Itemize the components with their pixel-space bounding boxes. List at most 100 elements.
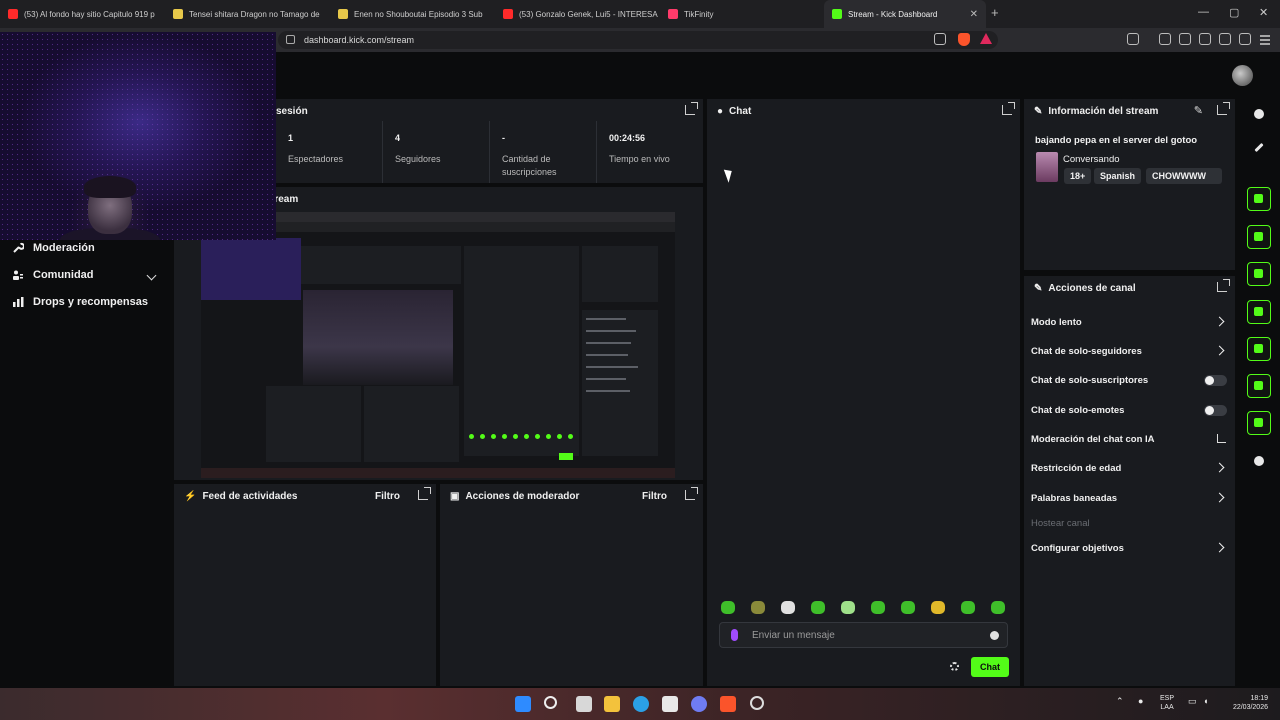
discord-icon[interactable] (691, 696, 707, 712)
popout-icon[interactable] (1217, 279, 1230, 292)
browser-tab-active[interactable]: Stream - Kick Dashboard ✕ (824, 0, 986, 28)
stream-tag[interactable]: Spanish (1094, 168, 1142, 184)
stream-tag[interactable]: 18+ (1064, 168, 1092, 184)
send-chat-button[interactable]: Chat (971, 657, 1009, 677)
edge-icon[interactable] (633, 696, 649, 712)
new-tab-button[interactable]: + (991, 5, 999, 20)
info-icon[interactable] (1254, 109, 1264, 119)
action-configurar-objetivos[interactable]: Configurar objetivos (1031, 543, 1124, 554)
stream-tag[interactable]: CHOWWWW (1146, 168, 1222, 184)
chevron-up-icon[interactable]: ⌃ (1116, 697, 1124, 706)
filter-button[interactable]: Filtro (642, 491, 667, 502)
gear-icon[interactable] (950, 662, 959, 671)
url-field[interactable]: dashboard.kick.com/stream (278, 31, 998, 49)
divider (489, 121, 490, 183)
panel-title: Información del stream (1048, 105, 1159, 117)
stack-icon (1254, 381, 1263, 390)
rail-button-stack[interactable] (1247, 374, 1271, 398)
windows-start-icon[interactable] (515, 696, 531, 712)
filter-button[interactable]: Filtro (375, 491, 400, 502)
browser-tab[interactable]: Enen no Shouboutai Episodio 3 Sub (330, 0, 495, 28)
emote-icon[interactable] (721, 601, 735, 614)
stream-category[interactable]: Conversando (1063, 154, 1120, 165)
language-indicator[interactable]: ESP LAA (1160, 694, 1174, 712)
maximize-icon[interactable]: ▢ (1229, 6, 1239, 19)
preview-emote (502, 434, 507, 439)
menu-icon[interactable] (1259, 33, 1271, 45)
emote-icon[interactable] (991, 601, 1005, 614)
obs-icon[interactable] (750, 696, 764, 710)
panel-title: Acciones de moderador (465, 490, 580, 502)
emote-icon[interactable] (841, 601, 855, 614)
chat-panel: ● Chat (707, 99, 1020, 686)
brave-shields-icon[interactable] (958, 33, 970, 46)
sidebar-item-drops[interactable]: Drops y recompensas (12, 296, 148, 308)
microphone-icon[interactable]: ● (1138, 697, 1143, 706)
browser-tab[interactable]: Tensei shitara Dragon no Tamago de (165, 0, 330, 28)
avatar[interactable] (1232, 65, 1253, 86)
emote-icon[interactable] (811, 601, 825, 614)
share-icon[interactable] (1254, 456, 1264, 466)
popout-icon[interactable] (685, 102, 698, 115)
emoji-icon[interactable] (990, 631, 999, 640)
emote-icon[interactable] (751, 601, 765, 614)
vpn-icon[interactable] (1239, 33, 1251, 45)
action-palabras-baneadas[interactable]: Palabras baneadas (1031, 493, 1117, 504)
edit-icon[interactable]: ✎ (1194, 104, 1203, 117)
rail-button-wrench[interactable] (1247, 411, 1271, 435)
leo-ai-icon[interactable] (1219, 33, 1231, 45)
site-info-icon[interactable] (286, 35, 295, 44)
rail-button-bolt[interactable] (1247, 225, 1271, 249)
popout-icon[interactable] (418, 487, 431, 500)
clock[interactable]: 18:19 22/03/2026 (1224, 694, 1268, 712)
microphone-icon[interactable] (731, 629, 738, 641)
rail-button-screenshot[interactable] (1247, 187, 1271, 211)
sidebar-item-label: Moderación (33, 242, 95, 254)
rail-button-broadcast[interactable] (1247, 337, 1271, 361)
brave-icon[interactable] (720, 696, 736, 712)
solo-suscriptores-toggle[interactable] (1204, 375, 1227, 386)
reader-icon[interactable] (1179, 33, 1191, 45)
action-restriccion-edad[interactable]: Restricción de edad (1031, 463, 1121, 474)
browser-tab[interactable]: TikFinity (660, 0, 820, 28)
rail-button-chat[interactable] (1247, 300, 1271, 324)
stream-video-preview[interactable] (201, 212, 675, 478)
sidebar-toggle-icon[interactable] (1127, 33, 1139, 45)
solo-emotes-toggle[interactable] (1204, 405, 1227, 416)
action-solo-seguidores[interactable]: Chat de solo-seguidores (1031, 346, 1142, 357)
store-icon[interactable] (662, 696, 678, 712)
sidebar-item-moderacion[interactable]: Moderación (12, 242, 95, 254)
network-icon[interactable]: ▭ (1188, 697, 1197, 706)
popout-icon[interactable] (1217, 102, 1230, 115)
tikfinity-icon (668, 9, 678, 19)
emote-icon[interactable] (871, 601, 885, 614)
search-icon[interactable] (544, 696, 557, 709)
category-thumbnail[interactable] (1036, 152, 1058, 182)
emote-icon[interactable] (781, 601, 795, 614)
emote-icon[interactable] (961, 601, 975, 614)
task-view-icon[interactable] (576, 696, 592, 712)
browser-tab[interactable]: (53) Al fondo hay sitio Capitulo 919 p (0, 0, 165, 28)
close-tab-icon[interactable]: ✕ (970, 9, 978, 20)
minimize-icon[interactable]: — (1198, 6, 1209, 18)
close-window-icon[interactable]: ✕ (1259, 6, 1268, 19)
emote-icon[interactable] (931, 601, 945, 614)
file-explorer-icon[interactable] (604, 696, 620, 712)
media-icon[interactable] (1159, 33, 1171, 45)
browser-tab[interactable]: (53) Gonzalo Genek, Lui5 - INTERESA (495, 0, 660, 28)
popout-icon[interactable] (1002, 102, 1015, 115)
sidebar-item-comunidad[interactable]: Comunidad (12, 269, 94, 281)
chat-message-input[interactable]: Enviar un mensaje (719, 622, 1008, 648)
bolt-icon (1254, 232, 1263, 241)
volume-icon[interactable]: ◖ (1203, 697, 1208, 706)
brave-rewards-icon[interactable] (980, 33, 992, 44)
emote-icon[interactable] (901, 601, 915, 614)
broadcast-icon (1254, 344, 1263, 353)
share-icon[interactable] (934, 33, 946, 45)
action-modo-lento[interactable]: Modo lento (1031, 317, 1082, 328)
action-moderacion-ia[interactable]: Moderación del chat con IA (1031, 434, 1155, 445)
popout-icon[interactable] (685, 487, 698, 500)
rail-button-document[interactable] (1247, 262, 1271, 286)
external-link-icon[interactable] (1217, 434, 1226, 443)
wallet-icon[interactable] (1199, 33, 1211, 45)
